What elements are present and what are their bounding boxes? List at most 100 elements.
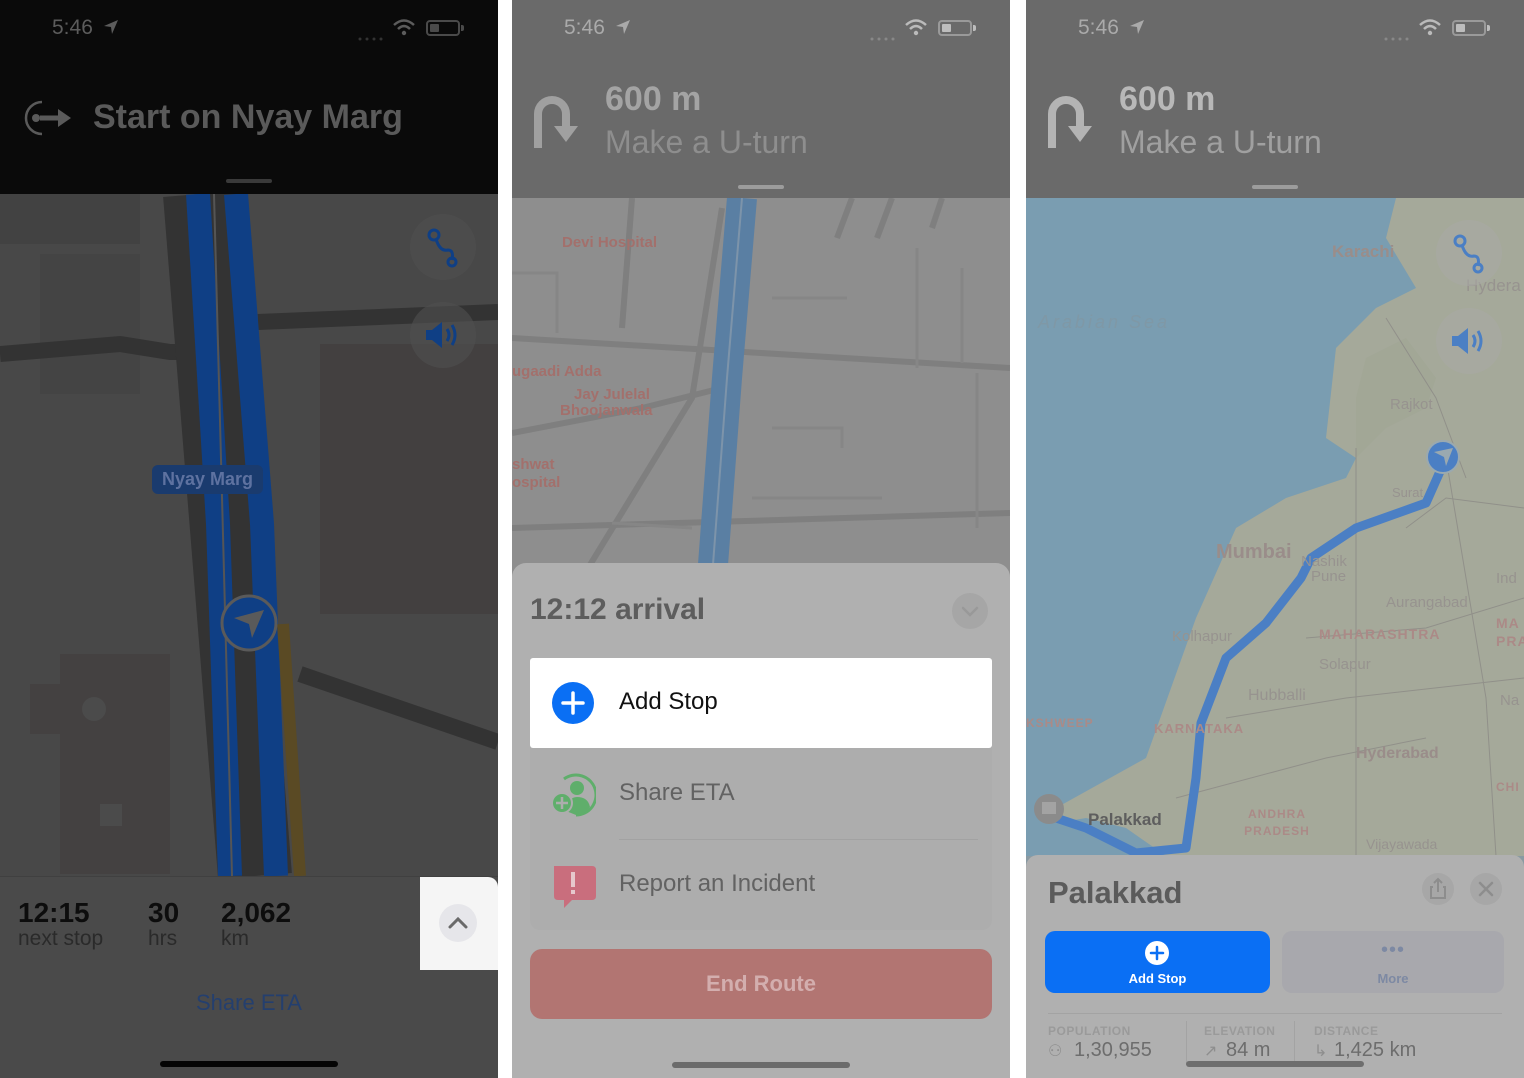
battery-icon (1452, 20, 1490, 36)
route-options-button[interactable] (410, 214, 476, 280)
current-location-marker (1426, 440, 1460, 474)
map-label-city: Karachi (1332, 242, 1395, 261)
share-icon (1430, 877, 1446, 899)
screen-navigation-start: Nyay Marg 5:46 Start on Nyay Marg 12:15 … (0, 0, 498, 1078)
cellular-signal-icon (870, 28, 898, 41)
start-route-icon (24, 100, 71, 136)
chevron-up-icon (448, 916, 468, 929)
banner-grabber[interactable] (738, 185, 784, 189)
status-bar: 5:46 (512, 14, 1010, 44)
navigation-banner[interactable]: 5:46 Start on Nyay Marg (0, 0, 498, 194)
banner-grabber[interactable] (1252, 185, 1298, 189)
route-actions-menu: Add Stop Share ETA Report an Incident (530, 658, 992, 930)
more-label: More (1377, 971, 1409, 986)
add-stop-button[interactable]: Add Stop (1045, 931, 1270, 993)
map-label-state: MA PRA (1496, 615, 1524, 649)
trip-stat-distance: 2,062 km (221, 897, 291, 951)
u-turn-icon (1048, 96, 1092, 148)
map-label-state: KARNATAKA (1154, 721, 1245, 736)
map-label-state: ANDHRA PRADESH (1244, 807, 1310, 838)
status-time: 5:46 (52, 16, 93, 39)
route-options-icon (1453, 234, 1484, 274)
navigation-banner[interactable]: 5:46 600 m Make a U-turn (1026, 0, 1524, 198)
expand-trip-button[interactable] (439, 904, 477, 942)
share-button[interactable] (1422, 873, 1454, 905)
poi-label[interactable]: shwat (512, 456, 555, 473)
poi-label[interactable]: Bhoojanwala (560, 402, 653, 419)
arrival-time: 12:12 arrival (530, 593, 706, 626)
end-route-button[interactable]: End Route (530, 949, 992, 1019)
route-options-button[interactable] (1436, 220, 1502, 286)
add-stop-label: Add Stop (1128, 971, 1187, 986)
wifi-icon (1419, 19, 1441, 36)
battery-icon (426, 20, 464, 36)
map-terrain (1026, 198, 1524, 858)
location-services-icon (616, 20, 630, 34)
voice-volume-button[interactable] (1436, 308, 1502, 374)
map-label-city: Solapur (1319, 656, 1371, 673)
info-value: 1,30,955 (1074, 1039, 1152, 1061)
map-label-state: MAHARASHTRA (1319, 626, 1441, 642)
home-indicator[interactable] (1186, 1061, 1364, 1067)
trip-stat-label: km (221, 927, 249, 950)
info-population: POPULATION ⚇ 1,30,955 (1048, 1024, 1152, 1062)
map-label-city: Surat (1392, 485, 1424, 500)
menu-item-report-incident[interactable]: Report an Incident (530, 840, 992, 930)
map-view[interactable]: Arabian Sea Karachi Hydera Rajkot Surat … (1026, 198, 1524, 858)
more-button[interactable]: ••• More (1282, 931, 1504, 993)
wifi-icon (905, 19, 927, 36)
screen-navigation-menu: Devi Hospital ugaadi Adda Jay Julelal Bh… (512, 0, 1010, 1078)
poi-label[interactable]: Devi Hospital (562, 234, 657, 251)
trip-stat-label: next stop (18, 927, 104, 950)
ellipsis-icon: ••• (1380, 939, 1405, 961)
collapse-sheet-button[interactable] (952, 593, 988, 629)
info-elevation: ELEVATION ↗ 84 m (1204, 1024, 1275, 1062)
maneuver-distance: 600 m (1119, 80, 1216, 118)
info-distance: DISTANCE ↳ 1,425 km (1314, 1024, 1416, 1062)
poi-label[interactable]: ospital (512, 474, 560, 491)
location-services-icon (1130, 20, 1144, 34)
divider (1048, 1013, 1502, 1014)
menu-item-label: Add Stop (619, 688, 718, 715)
map-view[interactable]: Devi Hospital ugaadi Adda Jay Julelal Bh… (512, 196, 1010, 580)
map-label-destination[interactable]: Palakkad (1088, 810, 1162, 830)
divider (1186, 1021, 1187, 1065)
navigation-banner[interactable]: 5:46 600 m Make a U-turn (512, 0, 1010, 198)
banner-grabber[interactable] (226, 179, 272, 183)
report-incident-icon (554, 866, 596, 908)
trip-stat-value: 30 (148, 897, 180, 928)
menu-item-add-stop[interactable]: Add Stop (530, 658, 992, 748)
trip-stat-value: 12:15 (18, 897, 90, 928)
speaker-volume-icon (426, 322, 457, 348)
menu-item-share-eta[interactable]: Share ETA (530, 749, 992, 839)
info-header: ELEVATION (1204, 1024, 1276, 1038)
chevron-down-icon (961, 606, 979, 617)
poi-label[interactable]: Jay Julelal (574, 386, 650, 403)
cellular-signal-icon (358, 28, 386, 41)
maneuver-instruction: Make a U-turn (1119, 124, 1322, 160)
route-options-sheet: 12:12 arrival Add Stop Share ETA Report … (512, 563, 1010, 1078)
info-header: POPULATION (1048, 1024, 1131, 1038)
home-indicator[interactable] (672, 1062, 850, 1068)
info-value: 1,425 km (1334, 1039, 1417, 1061)
elevation-arrow-icon: ↗ (1204, 1043, 1218, 1060)
add-stop-icon (552, 682, 594, 724)
cellular-signal-icon (1384, 28, 1412, 41)
share-eta-link[interactable]: Share ETA (0, 990, 498, 1016)
map-label-city: Aurangabad (1386, 594, 1468, 611)
map-view[interactable]: Nyay Marg (0, 191, 498, 879)
voice-volume-button[interactable] (410, 302, 476, 368)
poi-label[interactable]: ugaadi Adda (512, 363, 601, 380)
status-bar: 5:46 (0, 14, 498, 44)
trip-stat-hours: 30 hrs (148, 897, 179, 951)
menu-item-label: Share ETA (619, 779, 735, 806)
close-button[interactable] (1470, 873, 1502, 905)
trip-stat-next-stop: 12:15 next stop (18, 897, 103, 951)
map-label-city: Vijayawada (1366, 836, 1438, 852)
divider (1294, 1021, 1295, 1065)
road-name-label: Nyay Marg (152, 465, 264, 494)
share-eta-icon (551, 773, 596, 817)
status-time: 5:46 (564, 16, 605, 39)
info-header: DISTANCE (1314, 1024, 1379, 1038)
home-indicator[interactable] (160, 1061, 338, 1067)
